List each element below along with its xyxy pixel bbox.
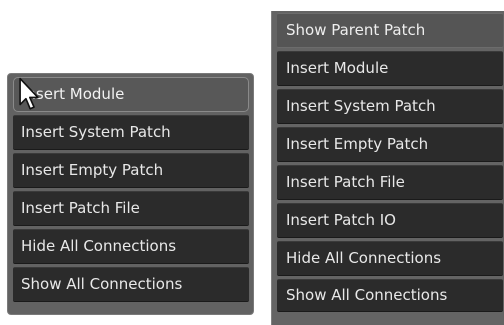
menu-item-insert-empty-patch[interactable]: Insert Empty Patch xyxy=(13,153,249,188)
menu-item-insert-module[interactable]: Insert Module xyxy=(13,77,249,112)
arrow-cursor-icon xyxy=(19,77,39,110)
menu-item-insert-patch-file[interactable]: Insert Patch File xyxy=(277,165,503,200)
menu-item-show-parent-patch[interactable]: Show Parent Patch xyxy=(277,13,503,48)
menu-item-hide-all-connections[interactable]: Hide All Connections xyxy=(13,229,249,264)
menu-item-hide-all-connections[interactable]: Hide All Connections xyxy=(277,241,503,276)
context-menu-right: Show Parent Patch Insert Module Insert S… xyxy=(271,11,504,325)
context-menu-left: Insert Module Insert System Patch Insert… xyxy=(7,73,254,315)
menu-item-show-all-connections[interactable]: Show All Connections xyxy=(13,267,249,302)
menu-item-show-all-connections[interactable]: Show All Connections xyxy=(277,279,503,312)
menu-item-insert-empty-patch[interactable]: Insert Empty Patch xyxy=(277,127,503,162)
menu-item-insert-system-patch[interactable]: Insert System Patch xyxy=(13,115,249,150)
menu-item-insert-patch-file[interactable]: Insert Patch File xyxy=(13,191,249,226)
menu-item-insert-system-patch[interactable]: Insert System Patch xyxy=(277,89,503,124)
menu-item-insert-module[interactable]: Insert Module xyxy=(277,51,503,86)
menu-item-insert-patch-io[interactable]: Insert Patch IO xyxy=(277,203,503,238)
